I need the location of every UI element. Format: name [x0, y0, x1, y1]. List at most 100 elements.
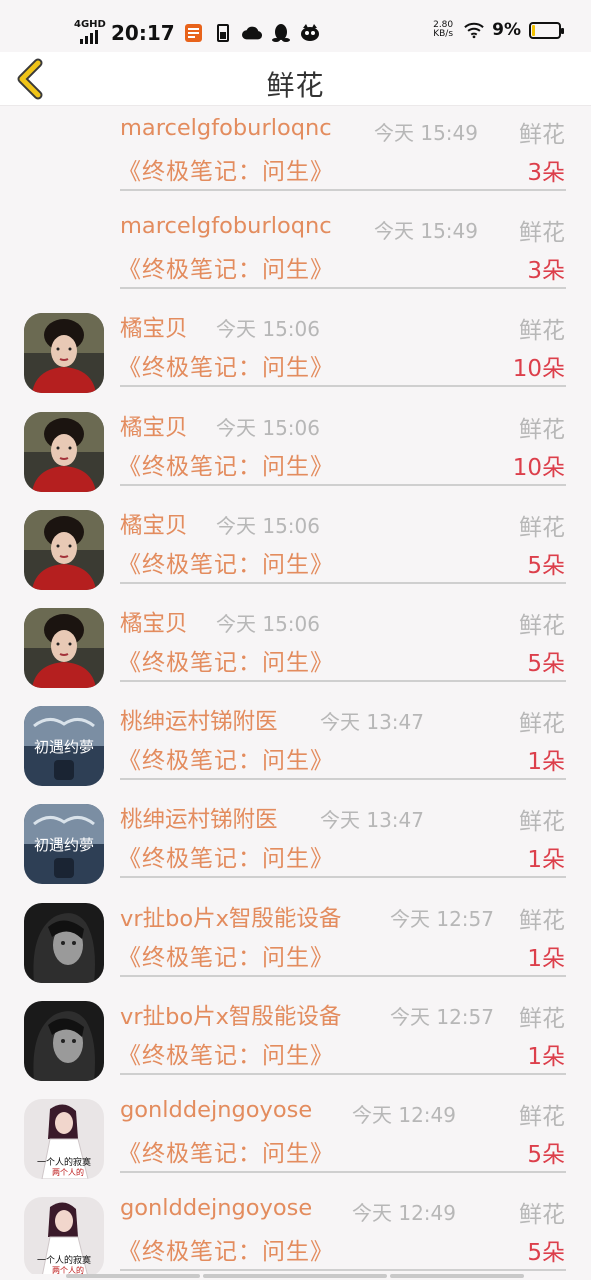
- cellular-signal-icon: 4GHD: [74, 20, 106, 44]
- gift-type: 鲜花: [519, 1202, 565, 1229]
- book-title[interactable]: 《终极笔记：问生》: [118, 741, 334, 775]
- user-name[interactable]: gonlddejngoyose: [120, 1097, 312, 1123]
- user-name[interactable]: gonlddejngoyose: [120, 1195, 312, 1221]
- flower-count: 1朵: [527, 945, 565, 972]
- gift-record-row[interactable]: vr扯bo片x智殷能设备 今天 12:57 鲜花 《终极笔记：问生》 1朵: [0, 990, 591, 1088]
- book-title[interactable]: 《终极笔记：问生》: [118, 152, 334, 186]
- svg-text:初遇约夢: 初遇约夢: [34, 836, 94, 854]
- user-name[interactable]: vr扯bo片x智殷能设备: [120, 901, 341, 933]
- battery-fill: [532, 24, 535, 36]
- gift-time: 今天 15:06: [216, 513, 320, 538]
- cloud-icon: [241, 23, 262, 43]
- battery-percent: 9%: [492, 20, 521, 40]
- user-name[interactable]: 桃绅运村锑附医: [120, 802, 278, 834]
- row-divider: [120, 680, 566, 682]
- gift-record-row[interactable]: 一个人的寂寞 两个人的 gonlddejngoyose 今天 12:49 鲜花《终极笔记…: [0, 1088, 591, 1186]
- gift-type: 鲜花: [519, 514, 565, 541]
- gift-time: 今天 13:47: [320, 710, 424, 735]
- flower-gift-list: marcelgfoburloqnc 今天 15:49 鲜花 《终极笔记：问生》 3朵 ma…: [0, 106, 591, 1274]
- flower-count: 3朵: [527, 258, 565, 285]
- gift-record-row[interactable]: vr扯bo片x智殷能设备 今天 12:57 鲜花 《终极笔记：问生》 1朵: [0, 892, 591, 990]
- gift-type: 鲜花: [519, 416, 565, 443]
- row-divider: [120, 581, 566, 584]
- svg-text:两个人的: 两个人的: [52, 1265, 84, 1274]
- user-avatar[interactable]: 一个人的寂寞 两个人的: [24, 1099, 104, 1179]
- user-name[interactable]: 橘宝贝: [120, 606, 188, 638]
- gift-record-row[interactable]: 橘宝贝 今天 15:06 鲜花《终极笔记：问生》 5朵: [0, 499, 591, 597]
- book-title[interactable]: 《终极笔记：问生》: [118, 447, 334, 481]
- flower-count: 5朵: [527, 552, 565, 579]
- svg-text:一个人的寂寞: 一个人的寂寞: [37, 1156, 91, 1168]
- row-divider: [120, 483, 566, 486]
- user-avatar[interactable]: 初遇约夢: [24, 706, 104, 787]
- gift-type: 鲜花: [519, 318, 565, 345]
- book-title[interactable]: 《终极笔记：问生》: [118, 1134, 334, 1168]
- gift-time: 今天 12:57: [390, 1004, 494, 1029]
- book-title[interactable]: 《终极笔记：问生》: [118, 1036, 334, 1070]
- user-avatar[interactable]: 一个人的寂寞 两个人的: [24, 1197, 104, 1274]
- network-speed-unit: KB/s: [433, 29, 454, 39]
- nav-bar: 鲜花: [0, 52, 591, 106]
- user-name[interactable]: 橘宝贝: [120, 508, 188, 540]
- network-speed: 2.80 KB/s: [430, 21, 456, 39]
- gift-type: 鲜花: [519, 711, 565, 738]
- gift-record-row[interactable]: 橘宝贝 今天 15:06 鲜花 《终极笔记：问生》 10朵: [0, 401, 591, 499]
- gift-type: 鲜花: [519, 1005, 565, 1032]
- gift-type: 鲜花: [519, 220, 565, 247]
- row-divider: [120, 974, 566, 977]
- book-title[interactable]: 《终极笔记：问生》: [118, 545, 334, 579]
- row-divider: [120, 189, 566, 191]
- qq-icon: [271, 23, 291, 43]
- user-name[interactable]: marcelgfoburloqnc: [120, 213, 332, 239]
- gift-record-row[interactable]: 橘宝贝 今天 15:06 鲜花 《终极笔记：问生》 5朵: [0, 597, 591, 695]
- book-title[interactable]: 《终极笔记：问生》: [118, 1232, 334, 1266]
- gift-record-row[interactable]: 橘宝贝 今天 15:06 鲜花《终极笔记：问生》 10朵: [0, 302, 591, 400]
- book-title[interactable]: 《终极笔记：问生》: [118, 348, 334, 382]
- gift-time: 今天 15:49: [374, 121, 478, 145]
- book-title[interactable]: 《终极笔记：问生》: [118, 250, 334, 284]
- gift-record-row[interactable]: 初遇约夢 桃绅运村锑附医 今天 13:47 鲜花 《终极笔记：问生》 1朵: [0, 793, 591, 891]
- user-avatar[interactable]: [24, 509, 104, 590]
- flower-count: 5朵: [527, 651, 565, 677]
- page-title: 鲜花: [266, 69, 325, 102]
- user-name[interactable]: marcelgfoburloqnc: [120, 115, 332, 141]
- user-name[interactable]: 橘宝贝: [120, 311, 188, 343]
- sim-card-icon: [213, 23, 233, 43]
- user-avatar[interactable]: [24, 1000, 104, 1081]
- gift-time: 今天 15:06: [216, 317, 320, 342]
- gift-time: 今天 13:47: [320, 808, 424, 833]
- network-type: 4GHD: [74, 19, 106, 30]
- user-avatar[interactable]: 初遇约夢: [24, 804, 104, 885]
- user-avatar[interactable]: [24, 411, 104, 492]
- gift-record-row[interactable]: 一个人的寂寞 两个人的 gonlddejngoyose 今天 12:49 鲜花 《终极笔记…: [0, 1186, 591, 1274]
- gift-type: 鲜花: [519, 809, 565, 836]
- book-title[interactable]: 《终极笔记：问生》: [118, 643, 334, 677]
- gift-record-row[interactable]: 初遇约夢 桃绅运村锑附医 今天 13:47 鲜花 《终极笔记：问生》 1朵: [0, 695, 591, 793]
- row-divider: [120, 1269, 566, 1272]
- row-divider: [120, 287, 566, 290]
- gift-time: 今天 12:49: [352, 1103, 456, 1127]
- user-name[interactable]: 桃绅运村锑附医: [120, 704, 278, 736]
- status-bar: 4GHD 20:17 2.80 KB/s 9%: [0, 0, 591, 52]
- clock: 20:17: [111, 21, 175, 45]
- book-title[interactable]: 《终极笔记：问生》: [118, 839, 334, 873]
- flower-count: 3朵: [527, 160, 565, 186]
- book-title[interactable]: 《终极笔记：问生》: [118, 938, 334, 972]
- row-divider: [120, 778, 566, 781]
- gift-type: 鲜花: [519, 907, 565, 934]
- user-avatar[interactable]: [24, 313, 104, 394]
- user-name[interactable]: 橘宝贝: [120, 410, 188, 442]
- user-avatar[interactable]: [24, 902, 104, 983]
- gift-record-row[interactable]: marcelgfoburloqnc 今天 15:49 鲜花 《终极笔记：问生》 3朵: [0, 204, 591, 302]
- user-name[interactable]: vr扯bo片x智殷能设备: [120, 999, 341, 1031]
- flower-count: 10朵: [512, 454, 565, 481]
- svg-text:初遇约夢: 初遇约夢: [34, 738, 94, 756]
- gift-record-row[interactable]: marcelgfoburloqnc 今天 15:49 鲜花《终极笔记：问生》 3朵: [0, 106, 591, 204]
- flower-count: 5朵: [527, 1240, 565, 1267]
- gift-time: 今天 15:06: [216, 612, 320, 636]
- svg-text:两个人的: 两个人的: [52, 1167, 84, 1177]
- flower-count: 10朵: [512, 356, 565, 383]
- gift-type: 鲜花: [519, 122, 565, 148]
- user-avatar[interactable]: [24, 608, 104, 688]
- gift-type: 鲜花: [519, 1104, 565, 1130]
